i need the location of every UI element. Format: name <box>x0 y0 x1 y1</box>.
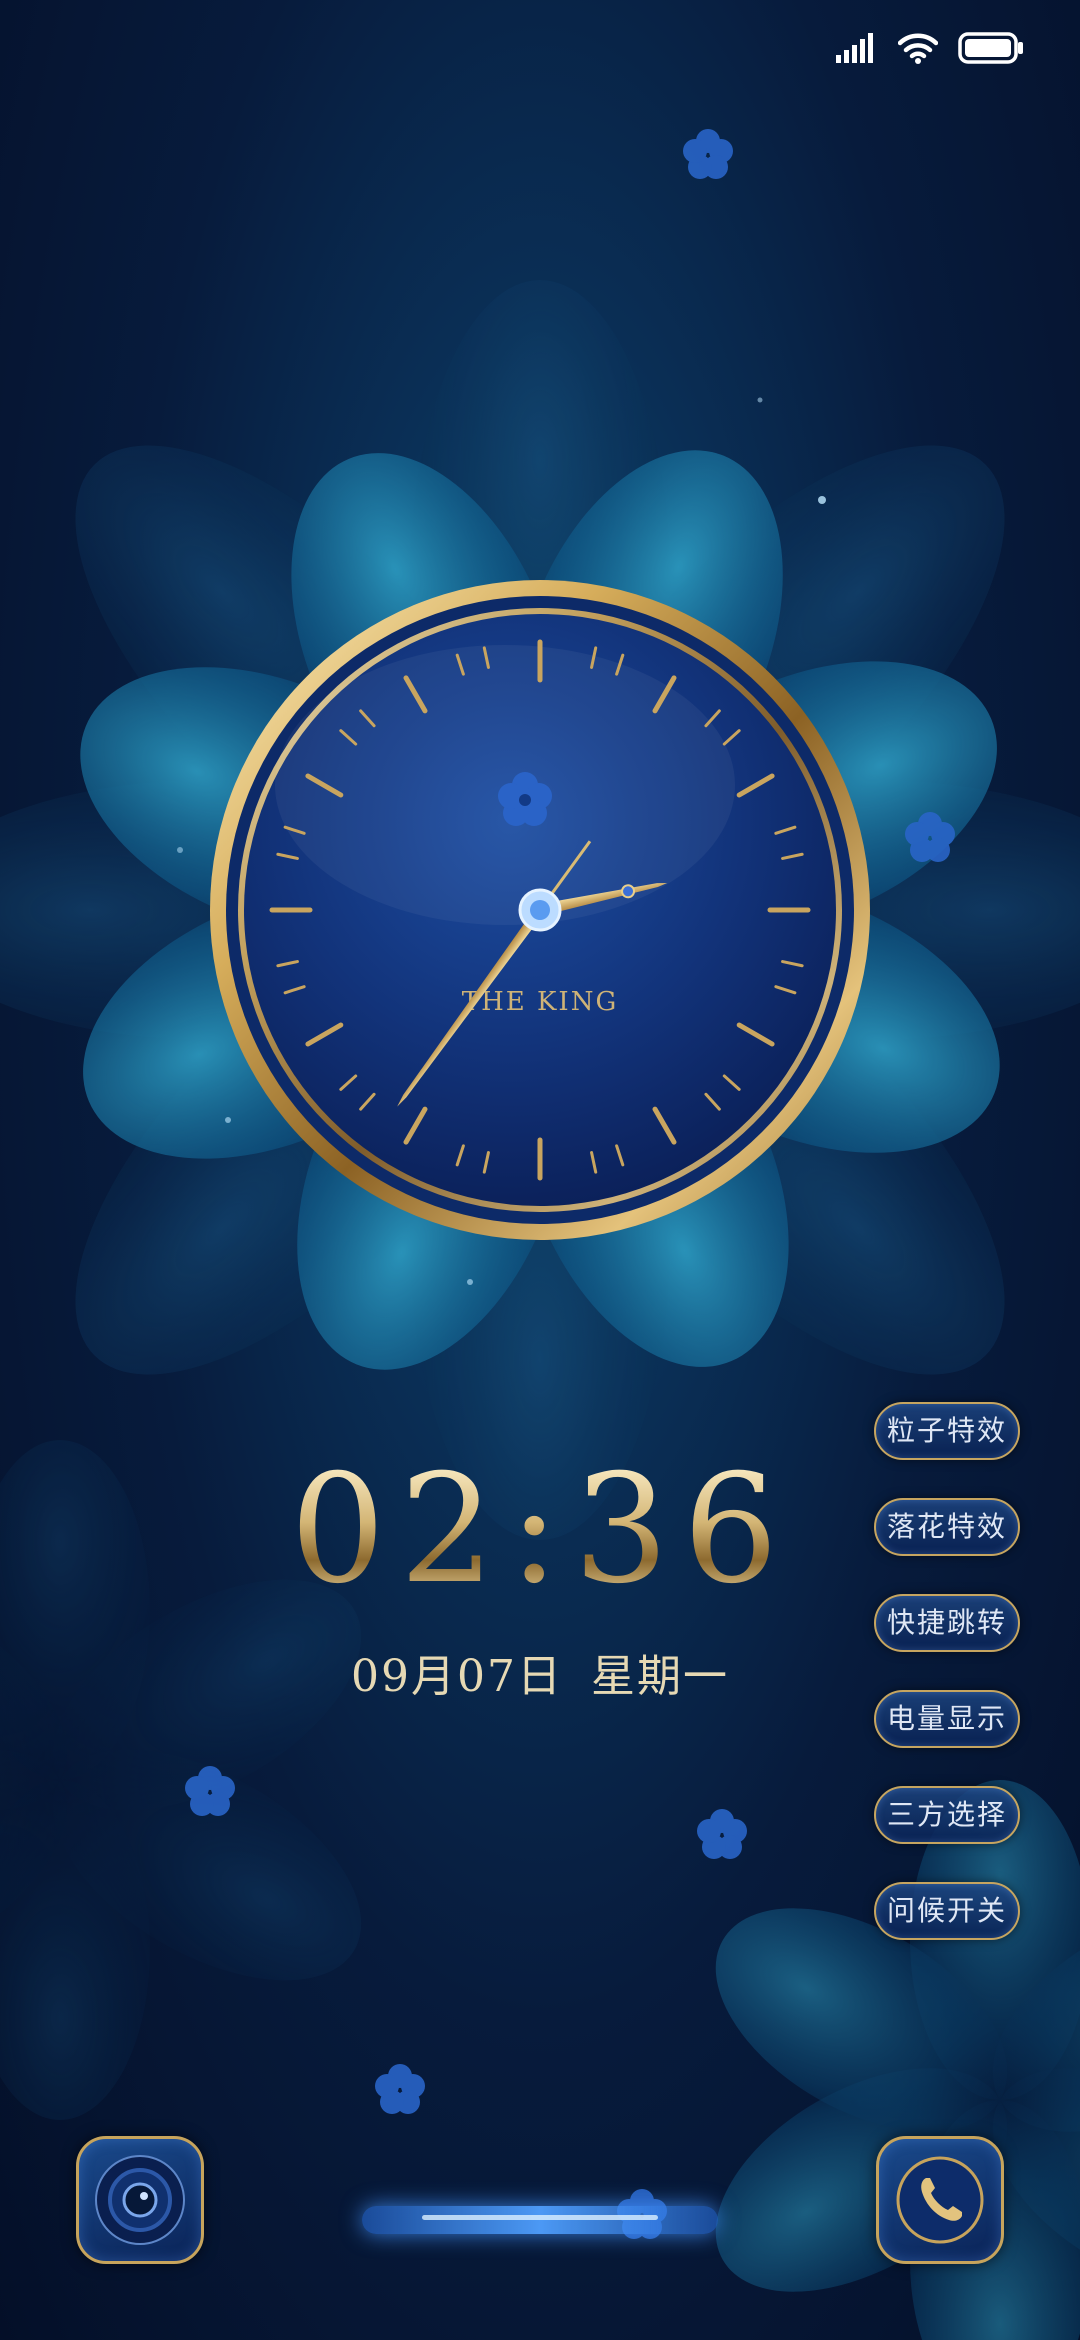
quick-jump-button[interactable]: 快捷跳转 <box>874 1594 1020 1652</box>
particle-effect-button[interactable]: 粒子特效 <box>874 1402 1020 1460</box>
battery-display-button[interactable]: 电量显示 <box>874 1690 1020 1748</box>
date-row: 09月07日 星期一 <box>300 1640 780 1704</box>
battery-icon <box>958 32 1023 64</box>
wifi-icon <box>898 33 938 64</box>
signal-icon <box>836 33 873 63</box>
phone-shortcut-button[interactable] <box>876 2136 1004 2264</box>
phone-icon <box>896 2156 984 2244</box>
falling-flower-effect-button[interactable]: 落花特效 <box>874 1498 1020 1556</box>
analog-clock: THE KING <box>210 580 870 1240</box>
digital-time: 02:36 <box>290 1443 793 1617</box>
unlock-slider-bar[interactable] <box>362 2206 718 2234</box>
date-text: 09月07日 <box>351 1651 563 1702</box>
greeting-toggle-button[interactable]: 问候开关 <box>874 1882 1020 1940</box>
weekday-text: 星期一 <box>590 1651 729 1702</box>
third-party-select-button[interactable]: 三方选择 <box>874 1786 1020 1844</box>
camera-icon <box>95 2155 185 2245</box>
effect-button-list: 粒子特效 落花特效 快捷跳转 电量显示 三方选择 问候开关 <box>874 1402 1020 1978</box>
camera-shortcut-button[interactable] <box>76 2136 204 2264</box>
status-bar <box>836 26 1024 70</box>
